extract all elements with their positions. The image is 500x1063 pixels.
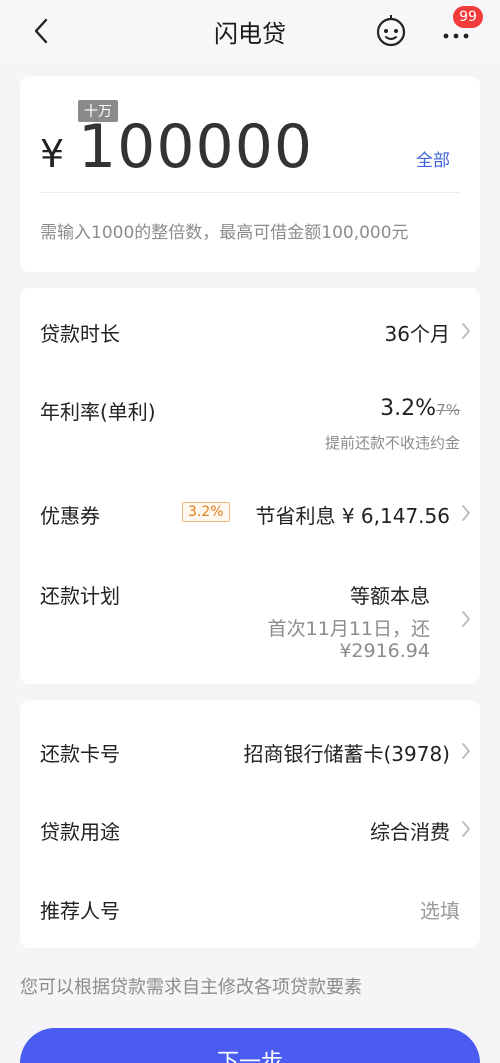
back-button[interactable] [26, 14, 56, 48]
chevron-right-icon [458, 608, 474, 630]
amount-card: 十万 ¥ 100000 全部 需输入1000的整倍数，最高可借金额100,000… [20, 76, 480, 272]
divider [40, 192, 460, 193]
loan-details-card: 贷款时长 36个月 年利率(单利) 3.2% 7% 提前还款不收违约金 优惠券 … [20, 288, 480, 684]
page-title: 闪电贷 [214, 20, 286, 48]
amount-input[interactable]: 100000 [78, 112, 313, 182]
plan-detail: 首次11月11日，还 ¥2916.94 [230, 618, 430, 662]
term-value: 36个月 [384, 322, 450, 346]
currency-symbol: ¥ [40, 132, 65, 176]
notification-badge: 99 [453, 6, 483, 28]
referrer-label: 推荐人号 [40, 899, 120, 923]
robot-face-icon [376, 15, 406, 47]
coupon-label: 优惠券 [40, 504, 100, 528]
coupon-value: 节省利息 ¥ 6,147.56 [255, 504, 450, 528]
service-button[interactable] [374, 14, 408, 48]
referrer-input[interactable]: 选填 [420, 895, 460, 924]
plan-label: 还款计划 [40, 584, 120, 608]
plan-first-payment: 首次11月11日，还 [267, 618, 430, 640]
all-amount-button[interactable]: 全部 [416, 146, 450, 171]
footer-hint: 您可以根据贷款需求自主修改各项贷款要素 [20, 977, 362, 998]
chevron-right-icon [458, 502, 474, 524]
nav-bar: 闪电贷 99 [0, 0, 500, 62]
amount-hint: 需输入1000的整倍数，最高可借金额100,000元 [40, 223, 409, 243]
plan-payment-amount: ¥2916.94 [339, 640, 430, 662]
chevron-right-icon [458, 740, 474, 762]
chevron-left-icon [34, 18, 48, 44]
chevron-right-icon [458, 320, 474, 342]
rate-old-value: 7% [436, 401, 460, 419]
card-label: 还款卡号 [40, 742, 120, 766]
purpose-value: 综合消费 [370, 820, 450, 844]
coupon-tag: 3.2% [182, 502, 230, 522]
rate-value: 3.2% [380, 396, 436, 421]
chevron-right-icon [458, 818, 474, 840]
term-label: 贷款时长 [40, 322, 120, 346]
rate-label: 年利率(单利) [40, 400, 156, 424]
next-button[interactable]: 下一步 [20, 1028, 480, 1063]
rate-note: 提前还款不收违约金 [324, 434, 460, 452]
purpose-label: 贷款用途 [40, 820, 120, 844]
extra-info-card: 还款卡号 招商银行储蓄卡(3978) 贷款用途 综合消费 推荐人号 选填 [20, 700, 480, 948]
card-value: 招商银行储蓄卡(3978) [243, 742, 450, 766]
plan-value: 等额本息 [350, 584, 430, 608]
